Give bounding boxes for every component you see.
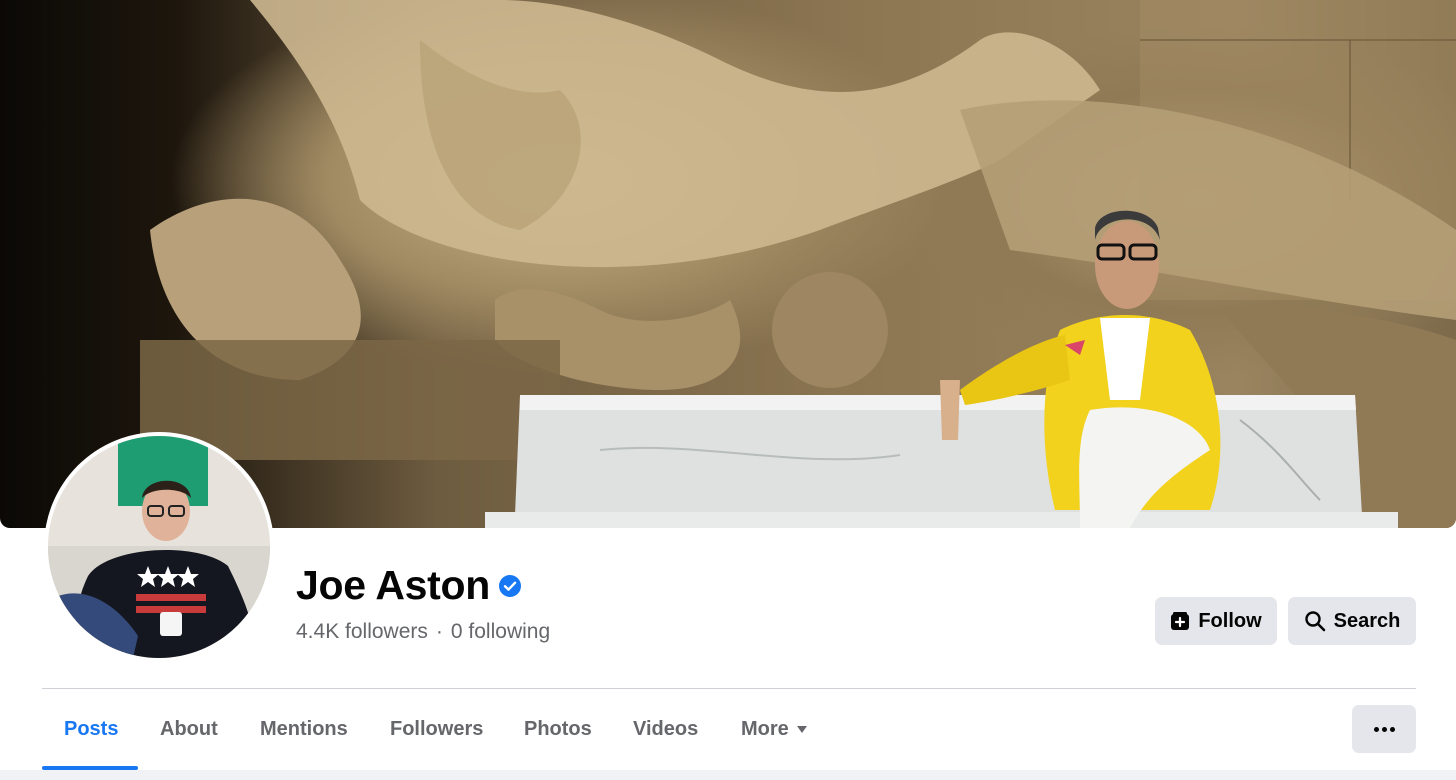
- following-count[interactable]: 0 following: [451, 620, 550, 643]
- tab-videos[interactable]: Videos: [633, 706, 698, 752]
- profile-stats: 4.4K followers · 0 following: [296, 620, 550, 644]
- search-button-label: Search: [1333, 609, 1401, 632]
- follow-plus-icon: [1171, 612, 1190, 630]
- profile-name: Joe Aston: [296, 562, 490, 608]
- tab-more-label: More: [741, 718, 789, 740]
- caret-down-icon: [796, 726, 807, 734]
- verified-badge-icon[interactable]: [498, 574, 522, 598]
- profile-menu-button[interactable]: [1352, 705, 1416, 753]
- avatar-photo-illustration: [48, 436, 270, 658]
- tab-about[interactable]: About: [160, 706, 218, 752]
- page-background-strip: [0, 770, 1456, 780]
- ellipsis-icon: [1372, 726, 1396, 732]
- tab-mentions[interactable]: Mentions: [260, 706, 348, 752]
- tab-more[interactable]: More: [741, 706, 807, 752]
- header-divider: [42, 688, 1416, 689]
- avatar[interactable]: [48, 436, 270, 658]
- followers-count[interactable]: 4.4K followers: [296, 620, 428, 643]
- follow-button-label: Follow: [1198, 609, 1262, 632]
- search-icon: [1304, 611, 1325, 632]
- follow-button[interactable]: Follow: [1155, 597, 1277, 645]
- search-button[interactable]: Search: [1288, 597, 1416, 645]
- stats-separator: ·: [435, 620, 443, 643]
- tab-photos[interactable]: Photos: [524, 706, 592, 752]
- tab-posts[interactable]: Posts: [64, 706, 118, 752]
- profile-header: Joe Aston: [296, 562, 522, 609]
- tab-followers[interactable]: Followers: [390, 706, 483, 752]
